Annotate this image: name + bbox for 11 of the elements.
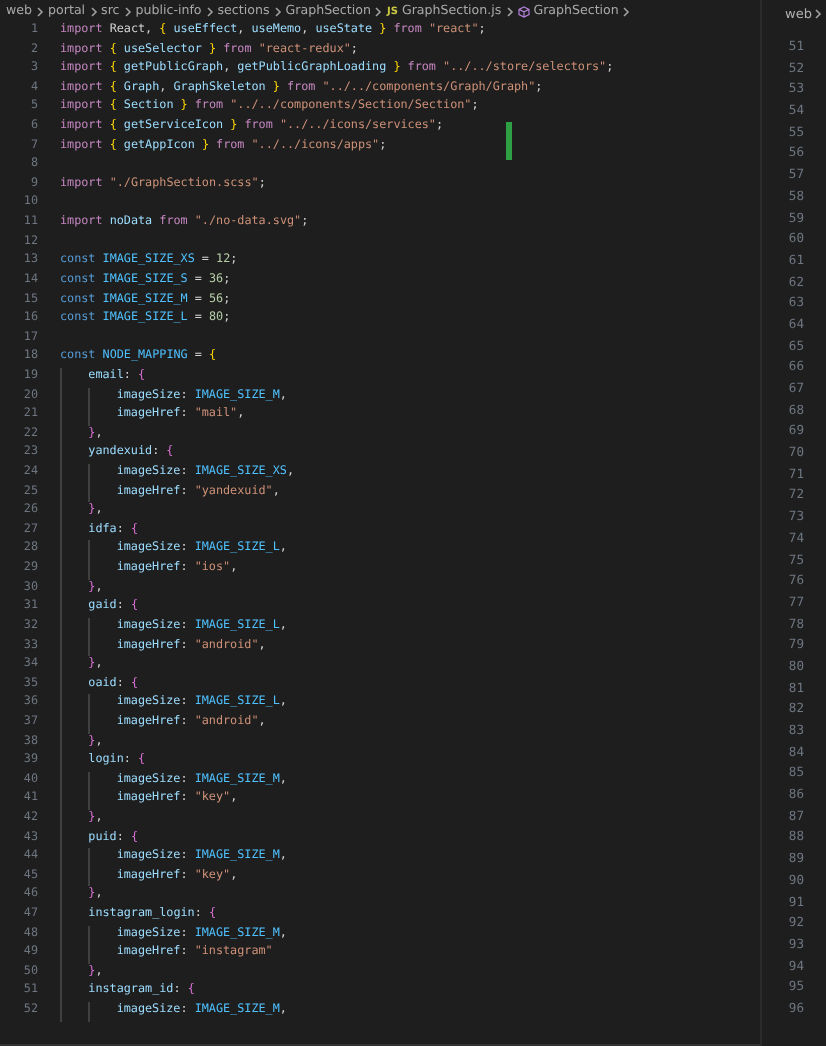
chevron-icon — [123, 5, 132, 17]
chevron-icon — [374, 5, 383, 17]
chevron-icon — [505, 5, 514, 17]
chevron-icon — [273, 5, 282, 17]
chevron-icon — [814, 8, 822, 20]
cube-icon — [517, 5, 530, 17]
chevron-icon — [622, 5, 631, 17]
chevron-icon — [205, 5, 214, 17]
chevron-icon — [36, 5, 45, 17]
change-marker — [506, 122, 512, 160]
chevron-icon — [89, 5, 98, 17]
